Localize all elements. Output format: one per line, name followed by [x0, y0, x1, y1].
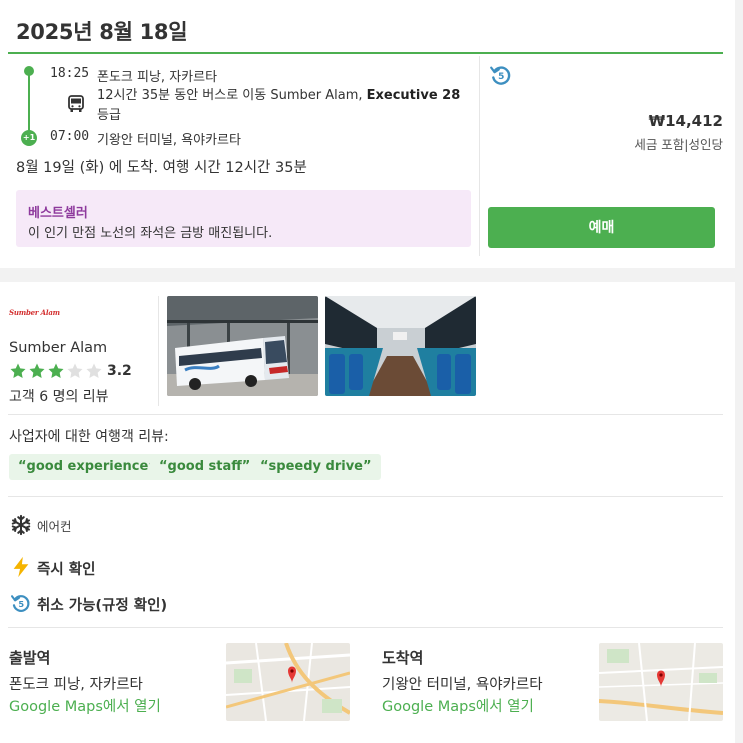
amenity-label: 즉시 확인 — [37, 562, 96, 578]
departure-map-thumbnail[interactable] — [226, 643, 350, 721]
section-divider — [8, 627, 723, 628]
arrival-map-link[interactable]: Google Maps에서 열기 — [382, 695, 534, 716]
rating-value: 3.2 — [107, 363, 132, 379]
operator-name: Sumber Alam — [9, 340, 108, 356]
amenity-label: 에어컨 — [37, 519, 72, 534]
timeline-line — [28, 70, 30, 136]
departure-place: 폰도크 피낭, 자카르타 — [97, 70, 218, 85]
review-count: 고객 6 명의 리뷰 — [9, 389, 109, 405]
arrival-station-name: 기왕안 터미널, 욕야카르타 — [382, 677, 543, 693]
bestseller-title: 베스트셀러 — [28, 206, 88, 221]
star-icon — [47, 362, 65, 380]
star-icon — [9, 362, 27, 380]
bestseller-text: 이 인기 만점 노선의 좌석은 금방 매진됩니다. — [28, 226, 273, 241]
trip-description: 12시간 35분 동안 버스로 이동 Sumber Alam, Executiv… — [97, 88, 461, 123]
service-class: Executive 28 — [366, 88, 461, 103]
svg-text:5: 5 — [498, 72, 504, 82]
card-divider — [479, 56, 480, 256]
lightning-icon — [10, 556, 32, 578]
book-button[interactable]: 예매 — [488, 207, 715, 248]
review-tag: “speedy drive” — [251, 454, 381, 480]
svg-text:5: 5 — [18, 599, 24, 609]
star-empty-icon — [85, 362, 103, 380]
refund-icon: 5 — [10, 592, 32, 614]
section-divider — [8, 496, 723, 497]
arrival-station-title: 도착역 — [382, 649, 424, 667]
departure-time: 18:25 — [50, 66, 90, 81]
departure-station-name: 폰도크 피낭, 자카르타 — [9, 677, 143, 693]
amenity-label: 취소 가능(규정 확인) — [37, 598, 168, 614]
price: ₩14,412 — [648, 112, 723, 130]
departure-station-title: 출발역 — [9, 649, 51, 667]
star-rating — [9, 362, 104, 384]
date-underline — [8, 52, 723, 54]
reviews-title: 사업자에 대한 여행객 리뷰: — [9, 429, 169, 445]
bus-interior-photo[interactable] — [325, 296, 476, 396]
star-empty-icon — [66, 362, 84, 380]
price-note: 세금 포함|성인당 — [634, 137, 723, 152]
star-icon — [28, 362, 46, 380]
operator-logo: Sumber Alam — [9, 308, 60, 317]
arrival-map-thumbnail[interactable] — [599, 643, 723, 721]
section-divider — [8, 414, 723, 415]
bus-exterior-photo[interactable] — [167, 296, 318, 396]
timeline-end-dot: +1 — [21, 130, 37, 146]
arrival-place: 기왕안 터미널, 욕야카르타 — [97, 133, 241, 148]
trip-date: 2025년 8월 18일 — [16, 20, 188, 44]
review-tag: “good staff” — [150, 454, 260, 480]
review-tag: “good experience” — [9, 454, 166, 480]
refund-icon[interactable]: 5 — [489, 63, 513, 87]
timeline-start-dot — [24, 66, 34, 76]
snowflake-icon — [10, 514, 32, 536]
arrival-summary: 8월 19일 (화) 에 도착. 여행 시간 12시간 35분 — [16, 160, 307, 176]
departure-map-link[interactable]: Google Maps에서 열기 — [9, 695, 161, 716]
operator-divider — [158, 296, 159, 406]
arrival-time: 07:00 — [50, 129, 90, 144]
bus-icon — [66, 94, 86, 114]
